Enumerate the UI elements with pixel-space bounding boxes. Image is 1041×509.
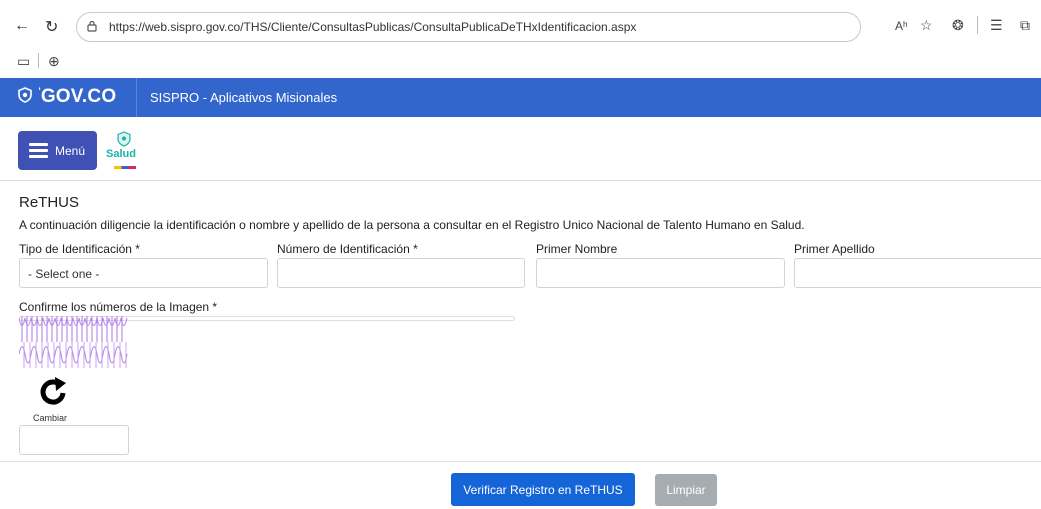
shield-icon <box>18 87 32 103</box>
salud-logo-text: Salud <box>106 148 136 160</box>
url-text: https://web.sispro.gov.co/THS/Cliente/Co… <box>109 20 637 34</box>
salud-logo[interactable]: Salud <box>106 131 146 175</box>
gov-logo[interactable]: 'GOV.CO <box>18 86 116 108</box>
primer-nombre-input[interactable] <box>536 258 785 288</box>
clear-button[interactable]: Limpiar <box>655 474 717 506</box>
extensions-icon[interactable]: ❂ <box>952 17 964 34</box>
favorite-star-icon[interactable]: ☆ <box>920 17 933 34</box>
address-bar[interactable]: https://web.sispro.gov.co/THS/Cliente/Co… <box>76 12 861 42</box>
favorites-list-icon[interactable]: ☰ <box>990 17 1003 34</box>
globe-icon[interactable]: ⊕ <box>48 53 60 70</box>
collections-icon[interactable]: ⧉ <box>1020 17 1030 34</box>
site-title[interactable]: SISPRO - Aplicativos Misionales <box>150 90 337 105</box>
salud-emblem-icon <box>117 131 131 147</box>
intro-text: A continuación diligencie la identificac… <box>19 218 805 232</box>
tipo-identificacion-label: Tipo de Identificación * <box>19 242 140 256</box>
gov-logo-text: GOV.CO <box>40 86 117 107</box>
primer-apellido-input[interactable] <box>794 258 1041 288</box>
numero-identificacion-input[interactable] <box>277 258 525 288</box>
tipo-identificacion-value: - Select one - <box>28 267 100 281</box>
tipo-identificacion-select[interactable]: - Select one - <box>19 258 268 288</box>
refresh-icon[interactable] <box>37 375 69 407</box>
numero-identificacion-label: Número de Identificación * <box>277 242 418 256</box>
salud-color-stripe <box>114 166 136 169</box>
menu-button[interactable]: Menú <box>18 131 97 170</box>
back-arrow-icon[interactable]: ← <box>14 17 30 35</box>
reload-icon[interactable]: ↻ <box>45 17 58 37</box>
captcha-input[interactable] <box>19 425 129 455</box>
browser-toolbar: ← ↻ https://web.sispro.gov.co/THS/Client… <box>0 0 1041 78</box>
captcha-image <box>19 316 128 368</box>
page-title: ReTHUS <box>19 194 80 211</box>
toolbar-divider <box>977 16 978 34</box>
divider <box>0 180 1041 181</box>
divider <box>0 461 1041 462</box>
menu-label: Menú <box>55 144 86 158</box>
toolbar-divider <box>38 53 39 68</box>
refresh-label[interactable]: Cambiar <box>33 413 67 423</box>
primer-apellido-label: Primer Apellido <box>794 242 875 256</box>
verify-button[interactable]: Verificar Registro en ReTHUS <box>451 473 635 506</box>
gov-header: 'GOV.CO SISPRO - Aplicativos Misionales <box>0 78 1041 117</box>
header-divider <box>136 78 137 117</box>
lock-icon <box>87 20 97 32</box>
hamburger-icon <box>29 143 48 158</box>
read-aloud-icon[interactable]: Aʰ <box>895 19 908 33</box>
primer-nombre-label: Primer Nombre <box>536 242 618 256</box>
captcha-label: Confirme los números de la Imagen * <box>19 300 218 314</box>
tab-actions-icon[interactable]: ▭ <box>17 53 30 70</box>
